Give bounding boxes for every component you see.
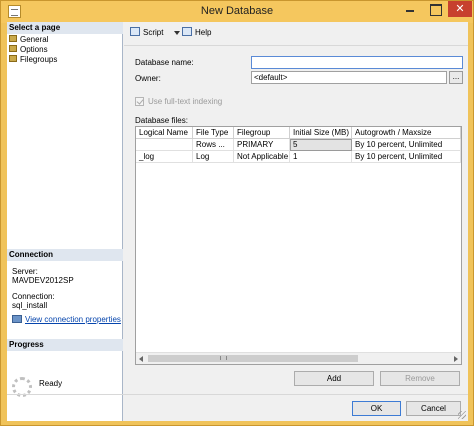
initial-size-cell[interactable]: 5 [290,139,352,151]
connection-value: sql_install [12,301,48,310]
server-value: MAVDEV2012SP [12,276,74,285]
dialog-client-area: Select a page General Options Filegroups… [7,22,468,421]
select-page-header: Select a page [7,22,123,34]
owner-label: Owner: [135,74,161,83]
table-row[interactable]: Rows ... PRIMARY 5 By 10 percent, Unlimi… [136,139,461,151]
new-database-window: New Database ✕ Select a page General Opt… [0,0,474,426]
logical-name-cell[interactable] [136,139,193,151]
page-icon [9,45,17,53]
script-icon [130,27,140,37]
minimize-icon[interactable] [398,1,422,17]
fulltext-checkbox [135,97,144,106]
link-label: View connection properties [25,315,121,324]
maximize-icon[interactable] [423,1,447,17]
progress-status: Ready [39,379,63,388]
database-files-grid: Logical Name File Type Filegroup Initial… [135,126,462,365]
page-item-options[interactable]: Options [9,45,48,55]
scroll-left-icon[interactable] [139,356,143,362]
database-name-label: Database name: [135,58,194,67]
connection-header: Connection [7,249,123,261]
autogrowth-cell[interactable]: By 10 percent, Unlimited [352,139,461,151]
table-row[interactable]: _log Log Not Applicable 1 By 10 percent,… [136,151,461,163]
page-icon [9,55,17,63]
help-label: Help [195,28,212,37]
resize-grip-icon[interactable] [458,411,466,419]
file-type-cell[interactable]: Rows ... [193,139,234,151]
page-item-label: Options [20,45,48,54]
database-files-label: Database files: [135,116,188,125]
add-button[interactable]: Add [294,371,374,386]
column-header[interactable]: Logical Name [136,127,193,139]
help-icon [182,27,192,37]
script-dropdown-icon[interactable] [174,31,180,35]
connection-label: Connection: [12,292,55,301]
grid-header-row: Logical Name File Type Filegroup Initial… [136,127,461,139]
remove-button: Remove [380,371,460,386]
scroll-thumb[interactable] [148,355,358,362]
view-connection-properties-link[interactable]: View connection properties [12,314,121,324]
close-icon[interactable]: ✕ [448,1,472,17]
ok-button[interactable]: OK [352,401,401,416]
autogrowth-cell[interactable]: By 10 percent, Unlimited [352,151,461,163]
file-type-cell[interactable]: Log [193,151,234,163]
filegroup-cell[interactable]: PRIMARY [234,139,290,151]
footer-separator [7,394,468,395]
page-item-filegroups[interactable]: Filegroups [9,55,57,65]
page-item-general[interactable]: General [9,35,48,45]
script-label: Script [143,28,164,37]
column-header[interactable]: Filegroup [234,127,290,139]
column-header[interactable]: Initial Size (MB) [290,127,352,139]
column-header[interactable]: File Type [193,127,234,139]
cancel-button[interactable]: Cancel [406,401,461,416]
help-button[interactable]: Help [182,27,212,38]
server-label: Server: [12,267,38,276]
title-bar[interactable]: New Database ✕ [1,1,473,23]
page-icon [9,35,17,43]
database-name-input[interactable] [251,56,463,69]
toolbar: Script Help [124,22,468,46]
filegroup-cell[interactable]: Not Applicable [234,151,290,163]
page-item-label: Filegroups [20,55,58,64]
owner-input[interactable]: <default> [251,71,447,84]
scroll-right-icon[interactable] [454,356,458,362]
left-pane: Select a page General Options Filegroups… [7,22,123,421]
initial-size-cell[interactable]: 1 [290,151,352,163]
script-button[interactable]: Script [130,27,164,38]
column-header[interactable]: Autogrowth / Maxsize [352,127,461,139]
progress-header: Progress [7,339,123,351]
horizontal-scrollbar[interactable] [136,352,461,364]
page-item-label: General [20,35,49,44]
fulltext-label: Use full-text indexing [148,97,223,106]
logical-name-cell[interactable]: _log [136,151,193,163]
owner-browse-button[interactable]: ... [449,71,463,84]
connection-properties-icon [12,314,22,323]
